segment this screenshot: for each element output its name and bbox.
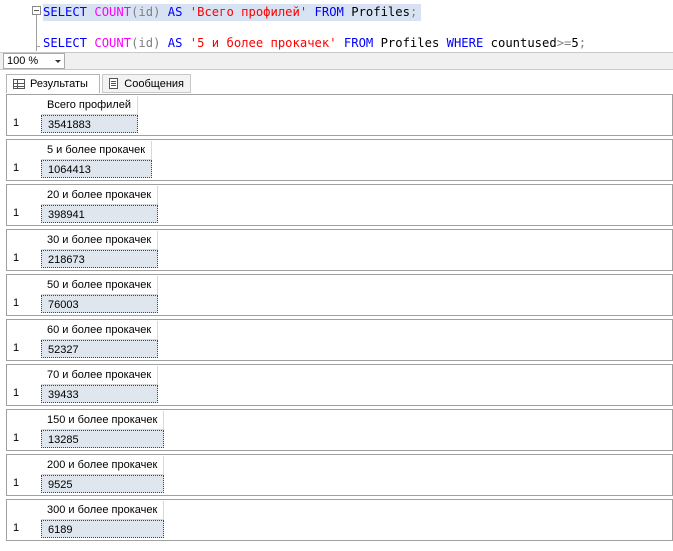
collapse-toggle-icon[interactable] [32,6,41,15]
results-pane: Всего профилей 1 3541883 5 и более прокачек… [6,94,673,551]
result-cell[interactable]: 218673 [41,250,158,268]
result-grid[interactable]: 300 и более прокачек 1 6189 [6,499,673,541]
code-token: WHERE [446,36,484,50]
code-token: ; [409,5,418,19]
result-cell[interactable]: 39433 [41,385,158,403]
result-cell[interactable]: 1064413 [41,160,152,178]
results-tabbar: Результаты Сообщения [0,70,673,94]
zoom-select[interactable]: 100 % [3,53,65,69]
code-token: AS [167,36,183,50]
row-number[interactable]: 1 [13,522,19,534]
column-header[interactable]: 70 и более прокачек [41,366,159,385]
messages-icon [109,77,119,90]
tab-messages-label: Сообщения [124,77,184,90]
column-header[interactable]: 5 и более прокачек [41,141,153,160]
tab-results-label: Результаты [30,78,88,90]
result-cell[interactable]: 13285 [41,430,164,448]
row-number[interactable]: 1 [13,117,19,129]
code-token: 5 [571,36,579,50]
column-header[interactable]: 300 и более прокачек [41,501,165,520]
result-grid[interactable]: 200 и более прокачек 1 9525 [6,454,673,496]
result-grid[interactable]: 50 и более прокачек 1 76003 [6,274,673,316]
result-grid[interactable]: 150 и более прокачек 1 13285 [6,409,673,451]
result-cell[interactable]: 6189 [41,520,164,538]
chevron-down-icon [55,60,61,63]
row-number[interactable]: 1 [13,432,19,444]
code-token: COUNT [94,36,132,50]
row-number[interactable]: 1 [13,387,19,399]
code-token: (id) [131,5,161,19]
sql-editor[interactable]: SELECT COUNT(id) AS 'Всего профилей' FRO… [0,0,673,52]
column-header[interactable]: Всего профилей [41,96,138,115]
row-number[interactable]: 1 [13,477,19,489]
code-token: countused [483,36,557,50]
code-token: FROM [314,5,344,19]
column-header[interactable]: 150 и более прокачек [41,411,165,430]
result-cell[interactable]: 9525 [41,475,164,493]
result-grid[interactable]: Всего профилей 1 3541883 [6,94,673,136]
result-grid[interactable]: 5 и более прокачек 1 1064413 [6,139,673,181]
tab-messages[interactable]: Сообщения [102,74,191,93]
result-cell[interactable]: 3541883 [41,115,138,133]
result-cell[interactable]: 76003 [41,295,158,313]
column-header[interactable]: 60 и более прокачек [41,321,159,340]
result-grid[interactable]: 70 и более прокачек 1 39433 [6,364,673,406]
code-token: COUNT [94,5,132,19]
result-grid[interactable]: 30 и более прокачек 1 218673 [6,229,673,271]
column-header[interactable]: 30 и более прокачек [41,231,159,250]
row-number[interactable]: 1 [13,297,19,309]
result-grid[interactable]: 20 и более прокачек 1 398941 [6,184,673,226]
column-header[interactable]: 20 и более прокачек [41,186,159,205]
code-token: FROM [343,36,374,50]
row-number[interactable]: 1 [13,162,19,174]
result-cell[interactable]: 52327 [41,340,158,358]
code-token: (id) [131,36,161,50]
result-cell[interactable]: 398941 [41,205,158,223]
code-token: Profiles [343,5,410,19]
code-token: >= [556,36,572,50]
code-token: SELECT [43,5,88,19]
row-number[interactable]: 1 [13,342,19,354]
result-grid[interactable]: 60 и более прокачек 1 52327 [6,319,673,361]
code-token: AS [167,5,183,19]
zoom-value: 100 % [7,55,39,67]
code-token: ; [578,36,587,50]
editor-gutter [0,0,32,52]
row-number[interactable]: 1 [13,252,19,264]
code-token: Profiles [373,36,447,50]
code-token: '5 и более прокачек' [189,36,337,50]
row-number[interactable]: 1 [13,207,19,219]
column-header[interactable]: 50 и более прокачек [41,276,159,295]
code-token: SELECT [43,36,88,50]
outline-tick [36,46,40,47]
tab-results[interactable]: Результаты [6,74,100,93]
zoom-bar: 100 % [0,52,673,70]
grid-icon [13,79,25,89]
column-header[interactable]: 200 и более прокачек [41,456,165,475]
code-line[interactable]: SELECT COUNT(id) AS 'Всего профилей' FRO… [43,4,422,21]
code-line[interactable]: SELECT COUNT(id) AS '5 и более прокачек'… [43,35,590,52]
code-token: 'Всего профилей' [189,5,308,19]
